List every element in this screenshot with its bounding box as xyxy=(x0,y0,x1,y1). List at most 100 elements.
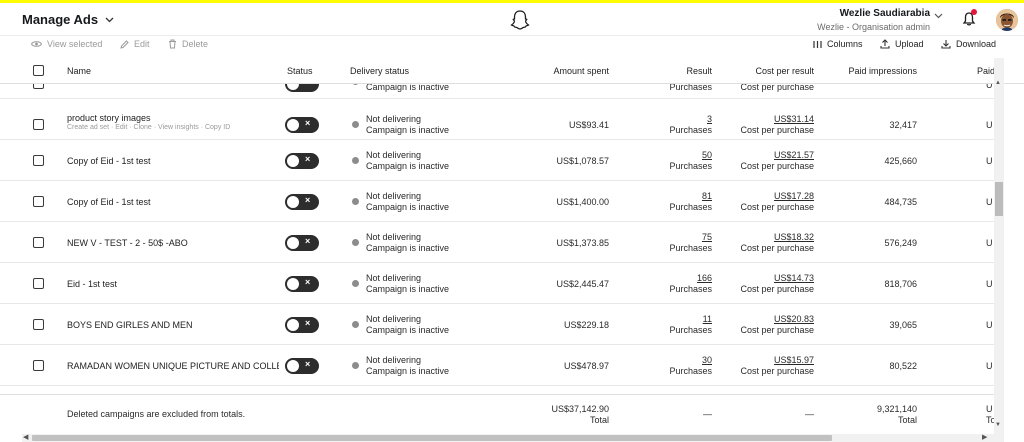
row-quick-actions[interactable]: Create ad set · Edit · Clone · View insi… xyxy=(67,124,230,131)
cost-value[interactable]: US$14.73 xyxy=(740,273,814,284)
cost-per-result-cell[interactable]: US$14.73 Cost per purchase xyxy=(740,273,814,295)
result-value[interactable]: 75 xyxy=(669,232,712,243)
status-toggle[interactable]: × xyxy=(285,153,319,169)
manage-ads-menu[interactable]: Manage Ads xyxy=(22,12,114,27)
select-all-checkbox[interactable] xyxy=(33,65,44,76)
table-row[interactable]: Copy of Eid - 1st test × Not delivering C… xyxy=(0,181,994,222)
row-checkbox[interactable] xyxy=(33,360,44,371)
impressions-total-label: Total xyxy=(897,415,917,425)
row-checkbox[interactable] xyxy=(33,196,44,207)
result-cell[interactable]: 3 Purchases xyxy=(669,114,712,136)
table-row[interactable]: BOYS END GIRLES AND MEN × Not delivering… xyxy=(0,304,994,345)
result-cell[interactable]: 166 Purchases xyxy=(669,273,712,295)
row-checkbox[interactable] xyxy=(33,319,44,330)
campaign-name[interactable]: BOYS END GIRLES AND MEN xyxy=(67,320,193,330)
delivery-status-detail: Campaign is inactive xyxy=(366,161,450,171)
cost-per-result-cell[interactable]: US$20.83 Cost per purchase xyxy=(740,314,814,336)
result-value[interactable]: 81 xyxy=(669,191,712,202)
col-paid-cut[interactable]: Paid xyxy=(977,66,995,76)
cost-per-result-cell[interactable]: US$18.32 Cost per purchase xyxy=(740,232,814,254)
vertical-scroll-thumb[interactable] xyxy=(995,182,1003,216)
row-checkbox[interactable] xyxy=(33,155,44,166)
cost-per-result-cell[interactable]: US$17.28 Cost per purchase xyxy=(740,191,814,213)
amount-spent: US$1,373.85 xyxy=(556,238,609,248)
status-toggle[interactable] xyxy=(285,84,319,92)
edit-button[interactable]: Edit xyxy=(120,39,150,49)
status-toggle[interactable]: × xyxy=(285,276,319,292)
download-button[interactable]: Download xyxy=(941,39,996,49)
result-cell[interactable]: 75 Purchases xyxy=(669,232,712,254)
cost-value[interactable]: US$17.28 xyxy=(740,191,814,202)
status-toggle[interactable]: × xyxy=(285,317,319,333)
result-cell[interactable]: 30 Purchases xyxy=(669,355,712,377)
user-account-menu[interactable]: Wezlie Saudiarabia Wezlie - Organisation… xyxy=(817,8,930,32)
col-name[interactable]: Name xyxy=(67,66,91,76)
cost-value[interactable]: US$31.14 xyxy=(740,114,814,125)
vertical-scrollbar[interactable]: ▲ ▼ xyxy=(994,58,1004,434)
avatar[interactable] xyxy=(996,9,1018,31)
user-role: Wezlie - Organisation admin xyxy=(817,22,930,32)
cost-unit: Cost per purchase xyxy=(740,366,814,376)
scroll-right-arrow-icon[interactable]: ▶ xyxy=(982,433,987,441)
cost-per-result-cell[interactable]: US$31.14 Cost per purchase xyxy=(740,114,814,136)
result-value[interactable]: 166 xyxy=(669,273,712,284)
row-checkbox[interactable] xyxy=(33,119,44,130)
table-row[interactable]: RAMADAN WOMEN UNIQUE PICTURE AND COLLECT… xyxy=(0,345,994,386)
result-value[interactable]: 11 xyxy=(669,314,712,325)
delivery-status-dot xyxy=(352,362,359,369)
table-row[interactable]: product story images Create ad set · Edi… xyxy=(0,99,994,140)
row-checkbox[interactable] xyxy=(33,278,44,289)
delete-button[interactable]: Delete xyxy=(168,39,208,49)
upload-button[interactable]: Upload xyxy=(880,39,924,49)
cost-per-result-cell[interactable]: US$15.97 Cost per purchase xyxy=(740,355,814,377)
notifications-button[interactable] xyxy=(962,9,977,27)
columns-button[interactable]: Columns xyxy=(813,39,863,49)
truncated-cell: U xyxy=(986,320,993,330)
col-result[interactable]: Result xyxy=(686,66,712,76)
scroll-up-arrow-icon[interactable]: ▲ xyxy=(995,80,1001,86)
col-paid-impressions[interactable]: Paid impressions xyxy=(848,66,917,76)
campaign-name[interactable]: NEW V - TEST - 2 - 50$ -ABO xyxy=(67,238,188,248)
row-checkbox[interactable] xyxy=(33,237,44,248)
horizontal-scroll-thumb[interactable] xyxy=(32,435,832,441)
status-toggle[interactable]: × xyxy=(285,358,319,374)
cost-value[interactable]: US$18.32 xyxy=(740,232,814,243)
view-selected-button[interactable]: View selected xyxy=(31,39,102,49)
row-checkbox[interactable] xyxy=(33,84,44,89)
result-value[interactable]: 3 xyxy=(669,114,712,125)
result-value[interactable]: 30 xyxy=(669,355,712,366)
campaign-name[interactable]: Eid - 1st test xyxy=(67,279,117,289)
campaign-name[interactable]: product story images xyxy=(67,113,151,123)
col-cost-per-result[interactable]: Cost per result xyxy=(755,66,814,76)
result-value[interactable]: 50 xyxy=(669,150,712,161)
status-toggle[interactable]: × xyxy=(285,117,319,133)
result-cell[interactable]: 11 Purchases xyxy=(669,314,712,336)
campaign-name[interactable]: RAMADAN WOMEN UNIQUE PICTURE AND COLLECT… xyxy=(67,361,279,371)
table-row[interactable]: NEW V - TEST - 2 - 50$ -ABO × Not delive… xyxy=(0,222,994,263)
cost-value[interactable]: US$20.83 xyxy=(740,314,814,325)
result-cell[interactable]: 50 Purchases xyxy=(669,150,712,172)
scroll-down-arrow-icon[interactable]: ▼ xyxy=(995,422,1001,428)
col-status[interactable]: Status xyxy=(287,66,313,76)
campaign-name[interactable]: Copy of Eid - 1st test xyxy=(67,197,151,207)
table-row[interactable]: Eid - 1st test × Not delivering Campaign … xyxy=(0,263,994,304)
delivery-status: Not delivering Campaign is inactive xyxy=(366,150,449,172)
chevron-down-icon[interactable] xyxy=(934,13,943,19)
campaign-name[interactable]: Copy of Eid - 1st test xyxy=(67,156,151,166)
table-row[interactable]: Campaign is inactive Purchases Cost per … xyxy=(0,84,994,99)
horizontal-scrollbar[interactable]: ◀ ▶ xyxy=(22,434,1004,442)
col-delivery-status[interactable]: Delivery status xyxy=(350,66,409,76)
cost-value[interactable]: US$21.57 xyxy=(740,150,814,161)
delivery-status-detail: Campaign is inactive xyxy=(366,125,450,135)
table-totals-row: Deleted campaigns are excluded from tota… xyxy=(0,394,994,434)
cost-value[interactable]: US$15.97 xyxy=(740,355,814,366)
paid-impressions: 484,735 xyxy=(884,197,917,207)
table-row[interactable]: Copy of Eid - 1st test × Not delivering C… xyxy=(0,140,994,181)
truncated-total-label: Tot xyxy=(986,415,994,425)
col-amount-spent[interactable]: Amount spent xyxy=(553,66,609,76)
status-toggle[interactable]: × xyxy=(285,235,319,251)
cost-per-result-cell[interactable]: US$21.57 Cost per purchase xyxy=(740,150,814,172)
scroll-left-arrow-icon[interactable]: ◀ xyxy=(23,433,28,441)
status-toggle[interactable]: × xyxy=(285,194,319,210)
result-cell[interactable]: 81 Purchases xyxy=(669,191,712,213)
